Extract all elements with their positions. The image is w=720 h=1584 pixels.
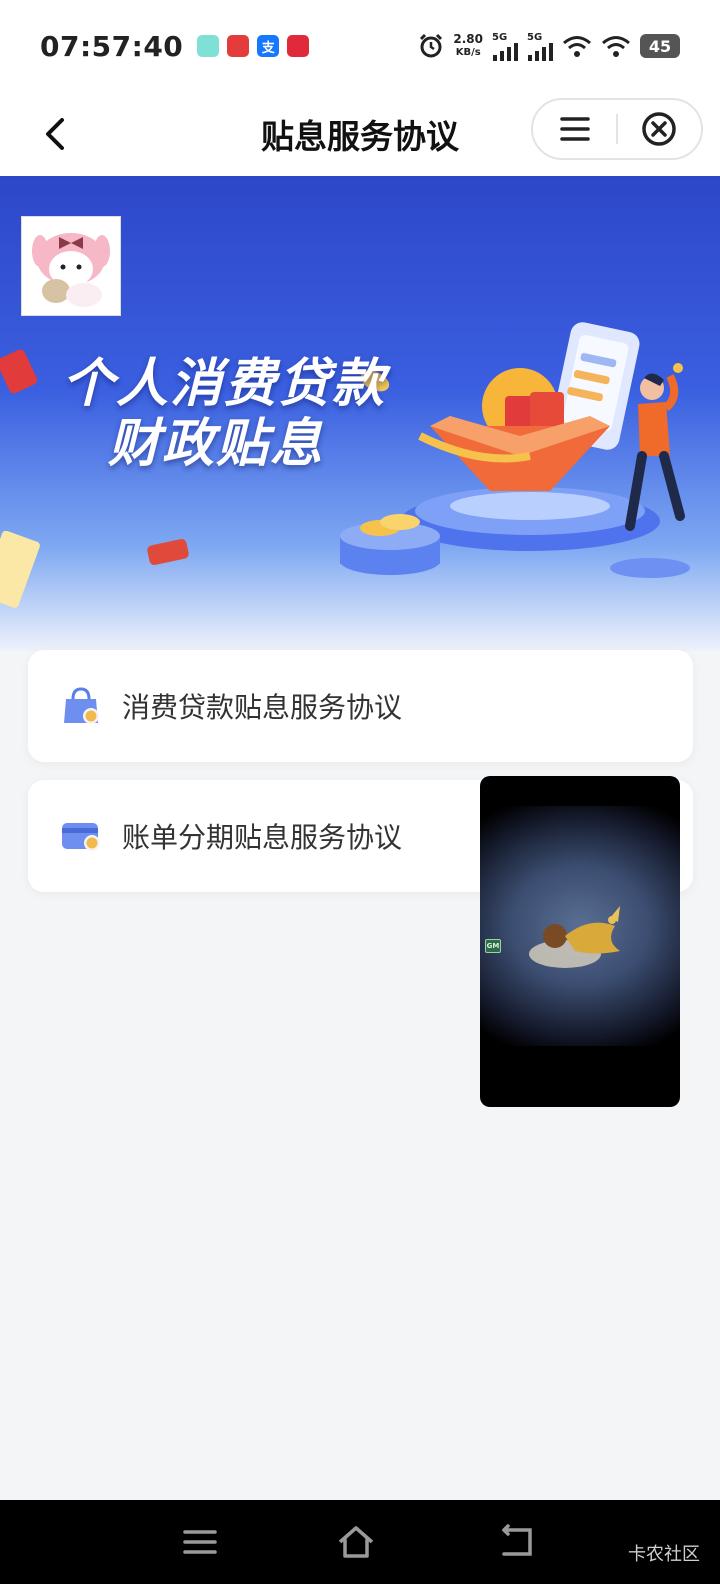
card-icon: [62, 823, 100, 851]
net-speed-unit: KB/s: [455, 47, 481, 58]
net-speed-value: 2.80: [453, 32, 483, 46]
gm-badge: GM: [485, 939, 501, 953]
nav-bar: 贴息服务协议: [0, 92, 720, 176]
signal-bars-icon: [493, 42, 518, 61]
watermark-text: 卡农社区: [628, 1544, 700, 1565]
system-nav-bar: [0, 1500, 720, 1584]
alarm-icon: [420, 33, 443, 58]
banner-headline-2: 财政贴息: [108, 414, 325, 474]
back-icon[interactable]: [498, 1522, 538, 1562]
signal-1-label: 5G: [492, 31, 508, 43]
dragon-character-icon: [529, 906, 620, 968]
signal-1: 5G: [492, 32, 518, 61]
red-packet-icon: [147, 538, 189, 566]
home-icon[interactable]: [336, 1522, 376, 1562]
battery-indicator: 45: [640, 34, 680, 58]
shopping-app-icon: [227, 35, 250, 57]
ticket-icon: [0, 531, 40, 608]
floating-video-window[interactable]: GM: [480, 776, 680, 1107]
status-indicators: 2.80 KB/s 5G 5G 45: [418, 32, 680, 61]
cartoon-avatar-icon: [32, 233, 110, 307]
status-time: 07:57:40: [40, 29, 184, 63]
phone-gift-illustration: [340, 322, 690, 578]
close-button[interactable]: [618, 100, 701, 158]
chat-app-icon: [197, 35, 220, 57]
menu-icon: [559, 117, 590, 141]
promo-banner: 个人消费贷款 财政贴息: [0, 176, 720, 651]
agreement-item-consumer-loan[interactable]: 消费贷款贴息服务协议: [28, 650, 693, 762]
user-avatar[interactable]: [21, 216, 121, 316]
notification-icons: 支: [197, 35, 310, 57]
menu-button[interactable]: [533, 100, 616, 158]
close-circle-icon: [642, 112, 677, 146]
mini-program-capsule: [531, 98, 703, 160]
red-packet-icon: [0, 349, 38, 394]
heart-app-icon: [287, 35, 310, 57]
agreement-label: 消费贷款贴息服务协议: [122, 691, 403, 724]
alipay-icon: 支: [257, 35, 280, 57]
agreement-label: 账单分期贴息服务协议: [122, 821, 403, 854]
wifi-icon: [602, 36, 630, 57]
wifi-icon: [563, 36, 591, 57]
signal-bars-icon: [528, 42, 553, 61]
menu-icon[interactable]: [180, 1522, 220, 1562]
network-speed: 2.80 KB/s: [453, 33, 483, 59]
signal-2: 5G: [527, 32, 553, 61]
signal-2-label: 5G: [527, 31, 543, 43]
status-bar: 07:57:40 支 2.80 KB/s 5G 5G 45: [0, 0, 720, 92]
bag-icon: [64, 687, 99, 724]
